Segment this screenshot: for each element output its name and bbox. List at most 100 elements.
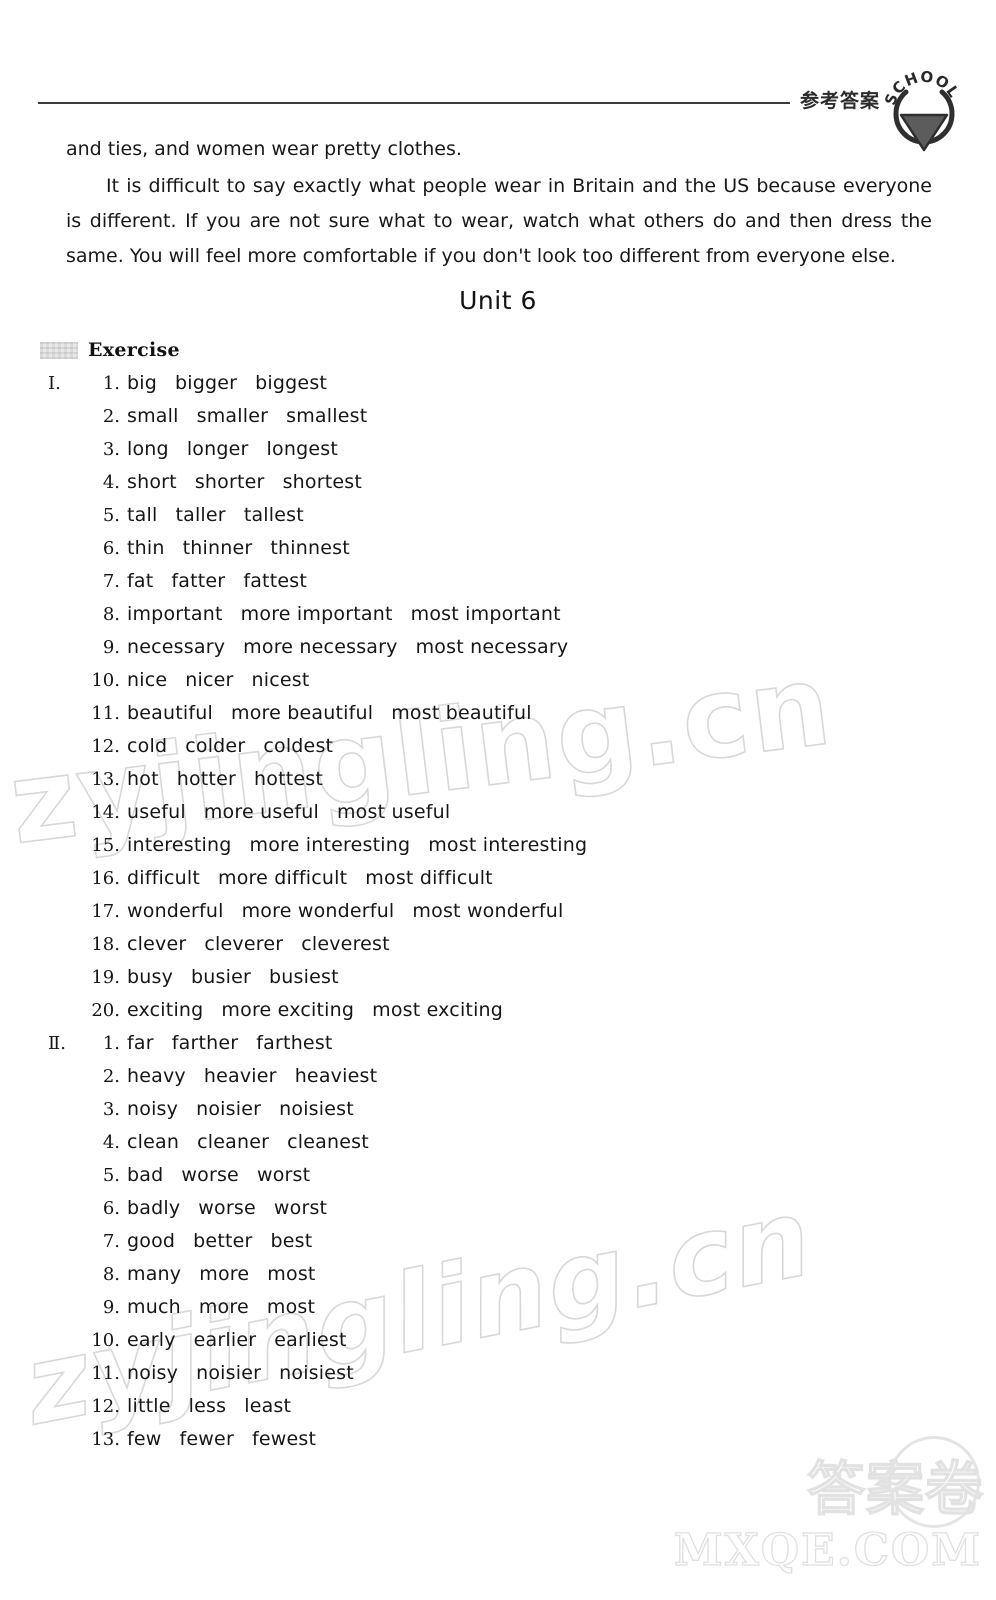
answer-form: earliest [274, 1329, 347, 1351]
answer-row: 5. bad worse worst [48, 1164, 948, 1197]
answer-item-number: 10. [91, 1330, 120, 1351]
answer-row: Ⅱ. 1. far farther farthest [48, 1032, 948, 1065]
answer-forms: far farther farthest [127, 1032, 333, 1054]
answer-form: better [193, 1230, 253, 1252]
answer-form: difficult [127, 867, 201, 889]
answer-form: most important [410, 603, 561, 625]
header-title: 参考答案 [800, 90, 881, 112]
answer-form: thin [127, 537, 165, 559]
answer-form: early [127, 1329, 176, 1351]
answer-form: heaviest [294, 1065, 378, 1087]
answer-item-number: 4. [102, 472, 120, 493]
answer-list: Ⅰ. 1. big bigger biggest 2. small smaller smalle… [48, 372, 948, 1461]
answer-form: most wonderful [412, 900, 564, 922]
answer-row: 18. clever cleverer cleverest [48, 933, 948, 966]
answer-form: tallest [243, 504, 304, 526]
answer-form: bad [127, 1164, 164, 1186]
answer-form: thinner [182, 537, 253, 559]
answer-item-number: 17. [91, 901, 120, 922]
answer-form: colder [185, 735, 246, 757]
answer-row: 11. beautiful more beautiful most beautiful [48, 702, 948, 735]
answer-row: 8. important more important most important [48, 603, 948, 636]
answer-form: wonderful [127, 900, 224, 922]
answer-forms: important more important most important [127, 603, 561, 625]
answer-form: shortest [282, 471, 363, 493]
answer-form: heavy [127, 1065, 186, 1087]
answer-form: cleverest [301, 933, 390, 955]
answer-form: biggest [255, 372, 328, 394]
answer-form: busier [191, 966, 252, 988]
answer-form: more wonderful [241, 900, 395, 922]
unit-title: Unit 6 [459, 286, 537, 315]
answer-item-number: 9. [102, 1297, 120, 1318]
answer-forms: exciting more exciting most exciting [127, 999, 503, 1021]
exercise-heading: Exercise [40, 339, 180, 361]
answer-row: 3. long longer longest [48, 438, 948, 471]
answer-row: 10. nice nicer nicest [48, 669, 948, 702]
answer-row: 16. difficult more difficult most difficult [48, 867, 948, 900]
answer-form: small [127, 405, 179, 427]
answer-item-number: 3. [102, 439, 120, 460]
section-roman-numeral: Ⅰ. [48, 373, 61, 394]
answer-form: fewest [251, 1428, 317, 1450]
answer-row: Ⅰ. 1. big bigger biggest [48, 372, 948, 405]
answer-forms: noisy noisier noisiest [127, 1362, 354, 1384]
answer-item-number: 5. [102, 505, 120, 526]
answer-form: longer [186, 438, 249, 460]
answer-form: worse [181, 1164, 239, 1186]
answer-item-number: 1. [102, 1033, 120, 1054]
answer-forms: early earlier earliest [127, 1329, 347, 1351]
answer-form: much [127, 1296, 181, 1318]
section-roman-numeral: Ⅱ. [48, 1033, 66, 1054]
answer-form: long [127, 438, 169, 460]
answer-form: nice [127, 669, 168, 691]
answer-row: 20. exciting more exciting most exciting [48, 999, 948, 1032]
answer-item-number: 9. [102, 637, 120, 658]
answer-form: tall [127, 504, 158, 526]
answer-form: more necessary [243, 636, 398, 658]
answer-forms: hot hotter hottest [127, 768, 323, 790]
answer-form: more useful [203, 801, 319, 823]
answer-forms: good better best [127, 1230, 312, 1252]
answer-item-number: 2. [102, 1066, 120, 1087]
answer-item-number: 12. [91, 1396, 120, 1417]
answer-form: nicer [185, 669, 234, 691]
answer-form: nicest [251, 669, 310, 691]
answer-form: cold [127, 735, 168, 757]
answer-form: big [127, 372, 157, 394]
answer-forms: big bigger biggest [127, 372, 327, 394]
answer-forms: many more most [127, 1263, 316, 1285]
answer-row: 12. little less least [48, 1395, 948, 1428]
answer-item-number: 18. [91, 934, 120, 955]
answer-forms: clean cleaner cleanest [127, 1131, 369, 1153]
header-divider-rule [38, 102, 790, 104]
answer-form: less [188, 1395, 227, 1417]
answer-forms: interesting more interesting most interest… [127, 834, 587, 856]
answer-form: fatter [171, 570, 226, 592]
answer-form: more important [240, 603, 393, 625]
answer-forms: busy busier busiest [127, 966, 339, 988]
answer-item-number: 14. [91, 802, 120, 823]
answer-form: worst [256, 1164, 311, 1186]
answer-row: 2. heavy heavier heaviest [48, 1065, 948, 1098]
answer-section: Ⅰ. 1. big bigger biggest 2. small smaller smalle… [48, 372, 948, 1032]
answer-form: far [127, 1032, 154, 1054]
answer-form: cleanest [287, 1131, 369, 1153]
answer-form: noisy [127, 1098, 179, 1120]
answer-row: 12. cold colder coldest [48, 735, 948, 768]
answer-item-number: 6. [102, 1198, 120, 1219]
answer-forms: long longer longest [127, 438, 338, 460]
answer-form: fattest [243, 570, 307, 592]
answer-form: bigger [175, 372, 238, 394]
answer-form: more difficult [218, 867, 348, 889]
answer-form: few [127, 1428, 162, 1450]
answer-row: 8. many more most [48, 1263, 948, 1296]
watermark-footer-site: MXQE.COM [673, 1524, 982, 1576]
answer-row: 7. good better best [48, 1230, 948, 1263]
answer-forms: bad worse worst [127, 1164, 310, 1186]
answer-row: 10. early earlier earliest [48, 1329, 948, 1362]
answer-item-number: 11. [91, 703, 120, 724]
answer-forms: badly worse worst [127, 1197, 327, 1219]
answer-form: thinnest [270, 537, 350, 559]
passage-paragraph-2: It is difficult to say exactly what peop… [66, 175, 932, 267]
